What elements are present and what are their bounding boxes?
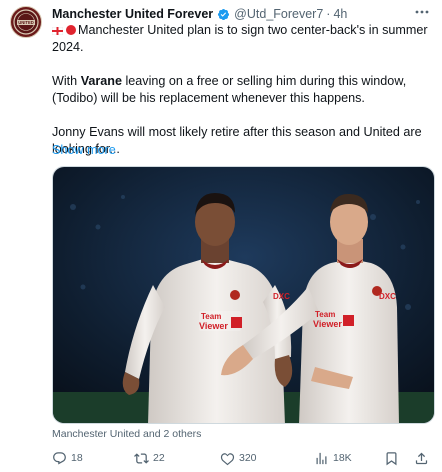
views-count: 18K	[333, 452, 352, 464]
reply-button[interactable]: 18	[52, 450, 83, 466]
header-separator: ·	[326, 7, 331, 21]
retweet-icon	[134, 452, 149, 464]
kit-mark-left: DXC	[273, 292, 290, 301]
tweet-media-image[interactable]: Team Viewer DXC Team Viewer DXC	[52, 166, 435, 424]
share-button[interactable]	[414, 450, 429, 466]
tweet-paragraph-1: Manchester United plan is to sign two ce…	[52, 22, 430, 56]
tweet-paragraph-2: With Varane leaving on a free or selling…	[52, 73, 430, 107]
show-more-link[interactable]: Show more	[52, 143, 116, 157]
author-handle[interactable]: @Utd_Forever7	[234, 6, 323, 22]
bookmark-icon	[386, 451, 397, 465]
red-circle-icon	[66, 25, 76, 35]
views-chart-icon	[316, 452, 327, 464]
svg-text:Team: Team	[201, 312, 221, 321]
avatar-text: UNITED	[18, 20, 34, 25]
heart-icon	[220, 452, 235, 465]
tweet-line-1: Manchester United plan is to sign two ce…	[52, 23, 428, 54]
retweet-count: 22	[153, 452, 165, 464]
bookmark-button[interactable]	[384, 450, 399, 466]
tweet-actions: 18 22 320 18K	[52, 450, 432, 466]
retweet-button[interactable]: 22	[134, 450, 165, 466]
author-avatar[interactable]: UNITED	[10, 6, 42, 38]
tweet-text: Manchester United plan is to sign two ce…	[52, 22, 430, 158]
svg-text:Team: Team	[315, 310, 335, 319]
author-name[interactable]: Manchester United Forever	[52, 6, 213, 22]
p2-bold-name: Varane	[80, 74, 122, 88]
more-options-icon[interactable]	[414, 4, 430, 20]
like-count: 320	[239, 452, 257, 464]
tweet-timestamp[interactable]: 4h	[333, 6, 347, 22]
verified-badge-icon	[217, 8, 230, 21]
players-photo: Team Viewer DXC Team Viewer DXC	[53, 167, 434, 423]
reply-count: 18	[71, 452, 83, 464]
tweet-card: UNITED Manchester United Forever @Utd_Fo…	[0, 0, 442, 472]
svg-text:Viewer: Viewer	[199, 321, 228, 331]
england-flag-icon	[52, 27, 63, 35]
like-button[interactable]: 320	[220, 450, 257, 466]
tweet-header: Manchester United Forever @Utd_Forever7 …	[52, 6, 347, 22]
svg-text:Viewer: Viewer	[313, 319, 342, 329]
reply-icon	[53, 451, 66, 465]
kit-mark-right: DXC	[379, 292, 396, 301]
tagged-accounts[interactable]: Manchester United and 2 others	[52, 428, 201, 440]
club-crest-icon: UNITED	[13, 9, 39, 35]
share-icon	[415, 452, 428, 464]
views-button[interactable]: 18K	[314, 450, 352, 466]
p2-prefix: With	[52, 74, 81, 88]
